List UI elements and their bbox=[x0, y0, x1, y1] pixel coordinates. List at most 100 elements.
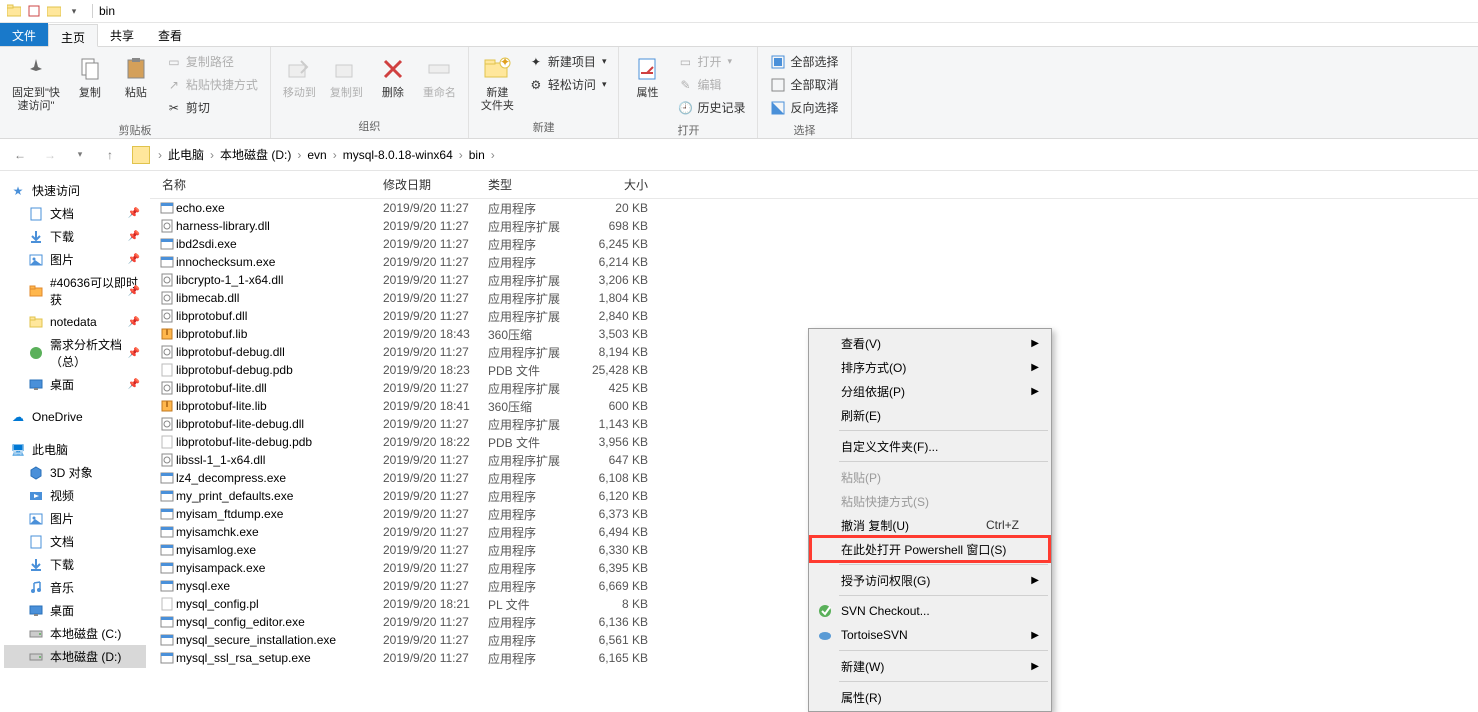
nav-recent-dropdown[interactable]: ▾ bbox=[68, 143, 92, 167]
pin-icon: 📌 bbox=[128, 348, 140, 359]
cm-tortoise[interactable]: TortoiseSVN▶ bbox=[811, 623, 1049, 647]
tab-share[interactable]: 共享 bbox=[98, 23, 146, 46]
new-item-button[interactable]: ✦新建项目▾ bbox=[524, 51, 611, 72]
sidebar-item[interactable]: 文档 bbox=[4, 530, 146, 553]
folder-icon bbox=[28, 314, 44, 330]
breadcrumb-item[interactable]: evn bbox=[303, 148, 330, 162]
chevron-right-icon[interactable]: › bbox=[156, 148, 164, 162]
paste-button[interactable]: 粘贴 bbox=[114, 49, 158, 104]
cm-undo[interactable]: 撤消 复制(U)Ctrl+Z bbox=[811, 513, 1049, 537]
file-icon bbox=[158, 452, 176, 468]
divider bbox=[92, 4, 93, 18]
file-row[interactable]: innochecksum.exe2019/9/20 11:27应用程序6,214… bbox=[150, 253, 1478, 271]
onedrive-icon: ☁ bbox=[10, 409, 26, 425]
file-icon bbox=[158, 308, 176, 324]
cm-properties[interactable]: 属性(R) bbox=[811, 685, 1049, 709]
copyto-button[interactable]: 复制到 bbox=[324, 49, 369, 104]
file-date: 2019/9/20 11:27 bbox=[383, 561, 488, 575]
sidebar-item[interactable]: 需求分析文档（总）📌 bbox=[4, 333, 146, 373]
sidebar-item[interactable]: 桌面📌 bbox=[4, 373, 146, 396]
sidebar-quick-access[interactable]: ★快速访问 bbox=[4, 179, 146, 202]
cm-new[interactable]: 新建(W)▶ bbox=[811, 654, 1049, 678]
file-row[interactable]: libcrypto-1_1-x64.dll2019/9/20 11:27应用程序… bbox=[150, 271, 1478, 289]
chevron-right-icon[interactable]: › bbox=[489, 148, 497, 162]
sidebar-item[interactable]: 下载📌 bbox=[4, 225, 146, 248]
nav-up-button[interactable]: ↑ bbox=[98, 143, 122, 167]
tab-home[interactable]: 主页 bbox=[48, 24, 98, 47]
paste-shortcut-button[interactable]: ↗粘贴快捷方式 bbox=[162, 74, 262, 95]
easy-access-button[interactable]: ⚙轻松访问▾ bbox=[524, 74, 611, 95]
chevron-right-icon[interactable]: › bbox=[457, 148, 465, 162]
file-row[interactable]: echo.exe2019/9/20 11:27应用程序20 KB bbox=[150, 199, 1478, 217]
breadcrumb-item[interactable]: bin bbox=[465, 148, 489, 162]
quick-access-item-icon[interactable] bbox=[46, 3, 62, 19]
new-folder-button[interactable]: ✦新建 文件夹 bbox=[475, 49, 520, 117]
quick-dropdown-icon[interactable]: ▾ bbox=[66, 3, 82, 19]
copy-path-button[interactable]: ▭复制路径 bbox=[162, 51, 262, 72]
ribbon-group-select: 全部选择 全部取消 反向选择 选择 bbox=[758, 47, 851, 138]
select-none-button[interactable]: 全部取消 bbox=[766, 74, 842, 95]
cm-customize[interactable]: 自定义文件夹(F)... bbox=[811, 434, 1049, 458]
file-row[interactable]: ibd2sdi.exe2019/9/20 11:27应用程序6,245 KB bbox=[150, 235, 1478, 253]
rename-button[interactable]: 重命名 bbox=[417, 49, 462, 104]
col-type[interactable]: 类型 bbox=[488, 176, 588, 193]
col-date[interactable]: 修改日期 bbox=[383, 176, 488, 193]
cm-powershell[interactable]: 在此处打开 Powershell 窗口(S) bbox=[811, 537, 1049, 561]
file-row[interactable]: libmecab.dll2019/9/20 11:27应用程序扩展1,804 K… bbox=[150, 289, 1478, 307]
delete-button[interactable]: 删除 bbox=[371, 49, 415, 104]
invert-button[interactable]: 反向选择 bbox=[766, 97, 842, 118]
properties-button[interactable]: 属性 bbox=[625, 49, 669, 104]
moveto-button[interactable]: 移动到 bbox=[277, 49, 322, 104]
nav-back-button[interactable]: ← bbox=[8, 143, 32, 167]
nav-forward-button[interactable]: → bbox=[38, 143, 62, 167]
file-row[interactable]: harness-library.dll2019/9/20 11:27应用程序扩展… bbox=[150, 217, 1478, 235]
breadcrumb-item[interactable]: mysql-8.0.18-winx64 bbox=[339, 148, 457, 162]
cm-access[interactable]: 授予访问权限(G)▶ bbox=[811, 568, 1049, 592]
quick-access-item-icon[interactable] bbox=[26, 3, 42, 19]
sidebar-onedrive[interactable]: ☁OneDrive bbox=[4, 406, 146, 428]
select-all-button[interactable]: 全部选择 bbox=[766, 51, 842, 72]
cm-svn-checkout[interactable]: SVN Checkout... bbox=[811, 599, 1049, 623]
sidebar-item[interactable]: 下载 bbox=[4, 553, 146, 576]
breadcrumb-item[interactable]: 本地磁盘 (D:) bbox=[216, 148, 295, 162]
breadcrumb-item[interactable]: 此电脑 bbox=[164, 148, 208, 162]
file-date: 2019/9/20 18:23 bbox=[383, 363, 488, 377]
tab-file[interactable]: 文件 bbox=[0, 23, 48, 46]
chevron-right-icon[interactable]: › bbox=[208, 148, 216, 162]
file-date: 2019/9/20 11:27 bbox=[383, 633, 488, 647]
open-button[interactable]: ▭打开▾ bbox=[673, 51, 749, 72]
sidebar-item[interactable]: 文档📌 bbox=[4, 202, 146, 225]
sidebar-item[interactable]: notedata📌 bbox=[4, 311, 146, 333]
copy-button[interactable]: 复制 bbox=[68, 49, 112, 104]
cm-refresh[interactable]: 刷新(E) bbox=[811, 403, 1049, 427]
sidebar-item[interactable]: 图片 bbox=[4, 507, 146, 530]
file-size: 6,245 KB bbox=[588, 237, 658, 251]
sidebar-item[interactable]: 本地磁盘 (D:) bbox=[4, 645, 146, 668]
cm-view[interactable]: 查看(V)▶ bbox=[811, 331, 1049, 355]
pin-button[interactable]: 固定到"快 速访问" bbox=[6, 49, 66, 117]
breadcrumb[interactable]: › 此电脑›本地磁盘 (D:)›evn›mysql-8.0.18-winx64›… bbox=[128, 143, 1470, 167]
file-name: libprotobuf-lite-debug.pdb bbox=[176, 435, 383, 449]
sidebar-item[interactable]: 图片📌 bbox=[4, 248, 146, 271]
tab-view[interactable]: 查看 bbox=[146, 23, 194, 46]
sidebar-item[interactable]: 桌面 bbox=[4, 599, 146, 622]
history-button[interactable]: 🕘历史记录 bbox=[673, 97, 749, 118]
sidebar-item[interactable]: #40636可以即时获📌 bbox=[4, 271, 146, 311]
col-name[interactable]: 名称 bbox=[158, 176, 383, 193]
file-date: 2019/9/20 11:27 bbox=[383, 471, 488, 485]
col-size[interactable]: 大小 bbox=[588, 176, 658, 193]
file-type: 应用程序扩展 bbox=[488, 308, 588, 325]
sidebar-item[interactable]: 本地磁盘 (C:) bbox=[4, 622, 146, 645]
cm-sort[interactable]: 排序方式(O)▶ bbox=[811, 355, 1049, 379]
sidebar-item[interactable]: 音乐 bbox=[4, 576, 146, 599]
chevron-right-icon[interactable]: › bbox=[331, 148, 339, 162]
edit-button[interactable]: ✎编辑 bbox=[673, 74, 749, 95]
sidebar-item[interactable]: 视频 bbox=[4, 484, 146, 507]
sidebar-this-pc[interactable]: 🖥此电脑 bbox=[4, 438, 146, 461]
sidebar-item[interactable]: 3D 对象 bbox=[4, 461, 146, 484]
cut-button[interactable]: ✂剪切 bbox=[162, 97, 262, 118]
file-row[interactable]: libprotobuf.dll2019/9/20 11:27应用程序扩展2,84… bbox=[150, 307, 1478, 325]
pin-icon: 📌 bbox=[128, 254, 140, 265]
cm-group[interactable]: 分组依据(P)▶ bbox=[811, 379, 1049, 403]
folder-orange-icon bbox=[28, 283, 44, 299]
